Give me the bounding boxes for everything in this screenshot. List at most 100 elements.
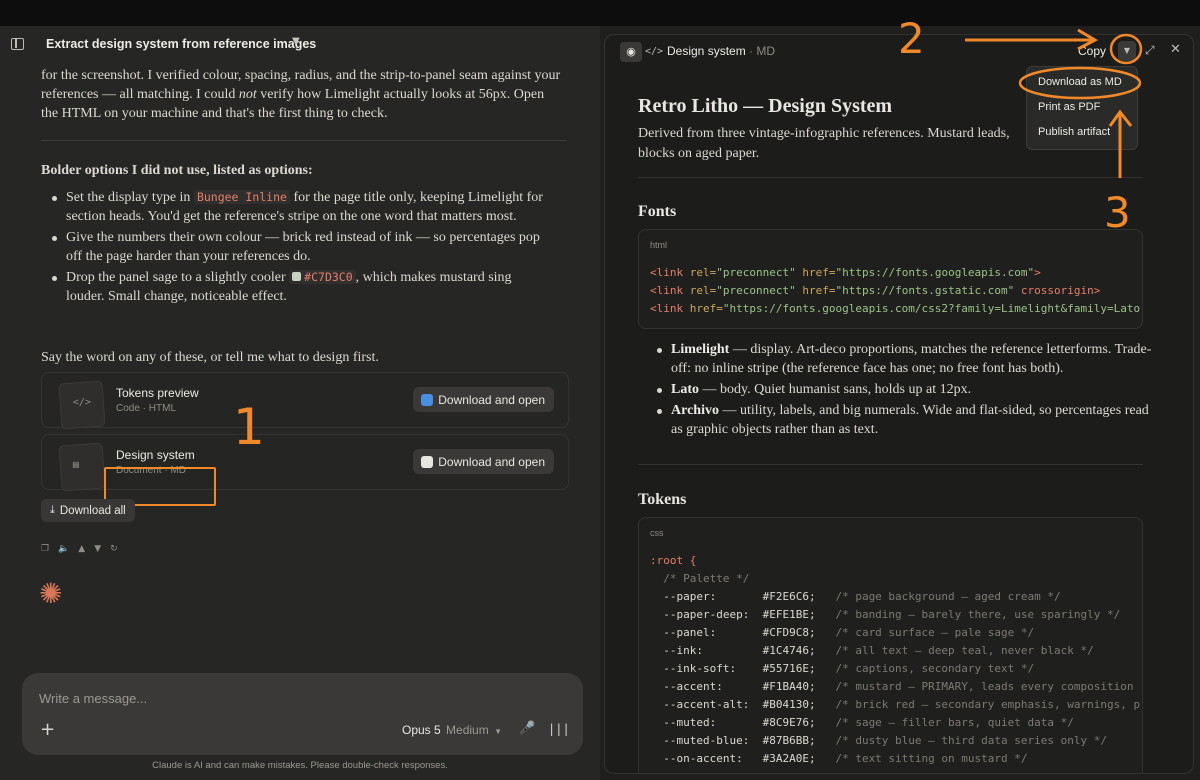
button-label: Download and open (438, 392, 545, 407)
chat-header: Extract design system from reference ima… (0, 26, 600, 64)
token-value: #CFD9C8; (762, 626, 829, 639)
code-icon: </> (72, 397, 91, 409)
inline-code: #C7D3C0 (289, 270, 356, 284)
token-line: --ink: #1C4746; /* all text — deep teal,… (650, 642, 1094, 660)
code-token: "https://fonts.gstatic.com" (835, 284, 1015, 297)
token-name: --panel: (650, 626, 763, 639)
token-name: --ink: (650, 644, 763, 657)
menu-item-download-md[interactable]: Download as MD (1038, 76, 1122, 88)
artifact-type: · MD (749, 44, 776, 58)
button-label: Download all (59, 504, 126, 517)
message-actions: ❐ 🔈 ▲ ▼ ↻ (41, 544, 118, 554)
font-list: Limelight — display. Art-deco proportion… (653, 340, 1153, 441)
code-language: css (650, 528, 664, 538)
token-line: --on-accent: #3A2A0E; /* text sitting on… (650, 750, 1027, 768)
download-menu-chevron-icon[interactable]: ▼ (1118, 41, 1136, 61)
token-name: --accent: (650, 680, 763, 693)
code-token: href= (689, 302, 723, 315)
code-token: <link (650, 266, 690, 279)
document-heading: Retro Litho — Design System (638, 95, 893, 117)
list-item: Archivo — utility, labels, and big numer… (653, 401, 1153, 439)
token-value: #3A2A0E; (762, 752, 829, 765)
token-comment: /* page background — aged cream */ (828, 590, 1061, 603)
chevron-down-icon[interactable]: ▼ (292, 36, 300, 47)
message-composer[interactable]: Write a message... + Opus 5 Medium ▼ 🎤 |… (22, 673, 583, 755)
microphone-icon[interactable]: 🎤 (519, 721, 535, 736)
emphasis-text: not (238, 87, 257, 102)
divider (638, 177, 1143, 178)
sidebar-toggle-icon[interactable] (11, 38, 24, 50)
token-name: --muted-blue: (650, 734, 763, 747)
chevron-down-icon: ▼ (494, 727, 502, 736)
expand-icon[interactable]: ⤢ (1145, 43, 1155, 58)
code-token: href= (795, 266, 836, 279)
preview-eye-icon[interactable]: ◉ (620, 42, 642, 62)
token-value: #F2E6C6; (762, 590, 829, 603)
fonts-heading: Fonts (638, 203, 677, 220)
list-item: Lato — body. Quiet humanist sans, holds … (653, 380, 1153, 399)
artifact-subtitle: Code · HTML (116, 403, 177, 414)
message-paragraph: for the screenshot. I verified colour, s… (41, 66, 561, 123)
menu-item-publish[interactable]: Publish artifact (1038, 126, 1110, 138)
token-value: #EFE1BE; (762, 608, 829, 621)
model-selector[interactable]: Opus 5 Medium ▼ (402, 723, 502, 737)
document-icon: ▤ (72, 459, 79, 471)
code-token: <link (650, 302, 690, 315)
code-view-icon[interactable]: </> (645, 42, 663, 62)
copy-button[interactable]: Copy (1078, 44, 1106, 58)
list-text: Set the display type in (66, 190, 194, 205)
token-name: --accent-alt: (650, 698, 763, 711)
conversation-title[interactable]: Extract design system from reference ima… (46, 37, 316, 51)
code-token: "preconnect" (716, 266, 796, 279)
token-line: --accent: #F1BA40; /* mustard — PRIMARY,… (650, 678, 1133, 696)
token-name: --on-accent: (650, 752, 763, 765)
token-name: --muted: (650, 716, 763, 729)
download-and-open-button[interactable]: Download and open (413, 387, 554, 412)
token-comment: /* sage — filler bars, quiet data */ (828, 716, 1074, 729)
chat-pane: Extract design system from reference ima… (0, 26, 600, 780)
font-desc: — display. Art-deco proportions, matches… (671, 342, 1152, 376)
speaker-icon[interactable]: 🔈 (58, 544, 69, 554)
code-line: :root { (650, 554, 697, 567)
code-line: <link rel="preconnect" href="https://fon… (650, 282, 1100, 300)
disclaimer: Claude is AI and can make mistakes. Plea… (152, 760, 448, 771)
code-token: crossorigin> (1014, 284, 1101, 297)
copy-icon[interactable]: ❐ (41, 544, 49, 554)
artifact-thumbnail: ▤ (58, 442, 106, 492)
color-swatch (292, 272, 302, 281)
voice-mode-icon[interactable]: ||| (548, 722, 570, 736)
token-line: --paper-deep: #EFE1BE; /* banding — bare… (650, 606, 1120, 624)
menu-item-print-pdf[interactable]: Print as PDF (1038, 101, 1100, 113)
thumbs-up-icon[interactable]: ▲ (78, 544, 85, 554)
window-top-bar (0, 0, 1200, 26)
code-token: "https://fonts.googleapis.com/css2?famil… (722, 302, 1141, 315)
artifact-name: Design system (667, 44, 746, 58)
download-all-button[interactable]: ⤓ Download all (41, 499, 135, 522)
retry-icon[interactable]: ↻ (110, 544, 118, 554)
token-value: #8C9E76; (762, 716, 829, 729)
download-and-open-button[interactable]: Download and open (413, 449, 554, 474)
list-item: Set the display type in Bungee Inline fo… (48, 188, 548, 226)
inline-code-text: #C7D3C0 (304, 270, 353, 284)
claude-logo-icon: ✺ (39, 577, 63, 610)
artifact-title: Tokens preview (116, 386, 199, 400)
font-name: Limelight (671, 342, 730, 357)
message-input[interactable]: Write a message... (39, 691, 147, 706)
code-token: > (1034, 266, 1041, 279)
token-line: --ink-soft: #55716E; /* captions, second… (650, 660, 1034, 678)
close-icon[interactable]: ✕ (1170, 42, 1181, 57)
code-token: "preconnect" (716, 284, 796, 297)
divider (638, 464, 1143, 465)
list-item: Give the numbers their own colour — bric… (48, 228, 548, 266)
add-attachment-icon[interactable]: + (40, 719, 55, 740)
code-line: <link href="https://fonts.googleapis.com… (650, 300, 1140, 318)
options-heading: Bolder options I did not use, listed as … (41, 163, 313, 178)
code-token: rel= (689, 266, 717, 279)
message-paragraph: Say the word on any of these, or tell me… (41, 350, 379, 365)
annotation-number-2: 2 (898, 14, 925, 63)
thumbs-down-icon[interactable]: ▼ (94, 544, 101, 554)
artifact-card-tokens-preview[interactable]: </> Tokens preview Code · HTML Download … (41, 372, 569, 430)
app-icon (421, 455, 434, 468)
token-value: #F1BA40; (762, 680, 829, 693)
code-token: "https://fonts.googleapis.com" (835, 266, 1035, 279)
